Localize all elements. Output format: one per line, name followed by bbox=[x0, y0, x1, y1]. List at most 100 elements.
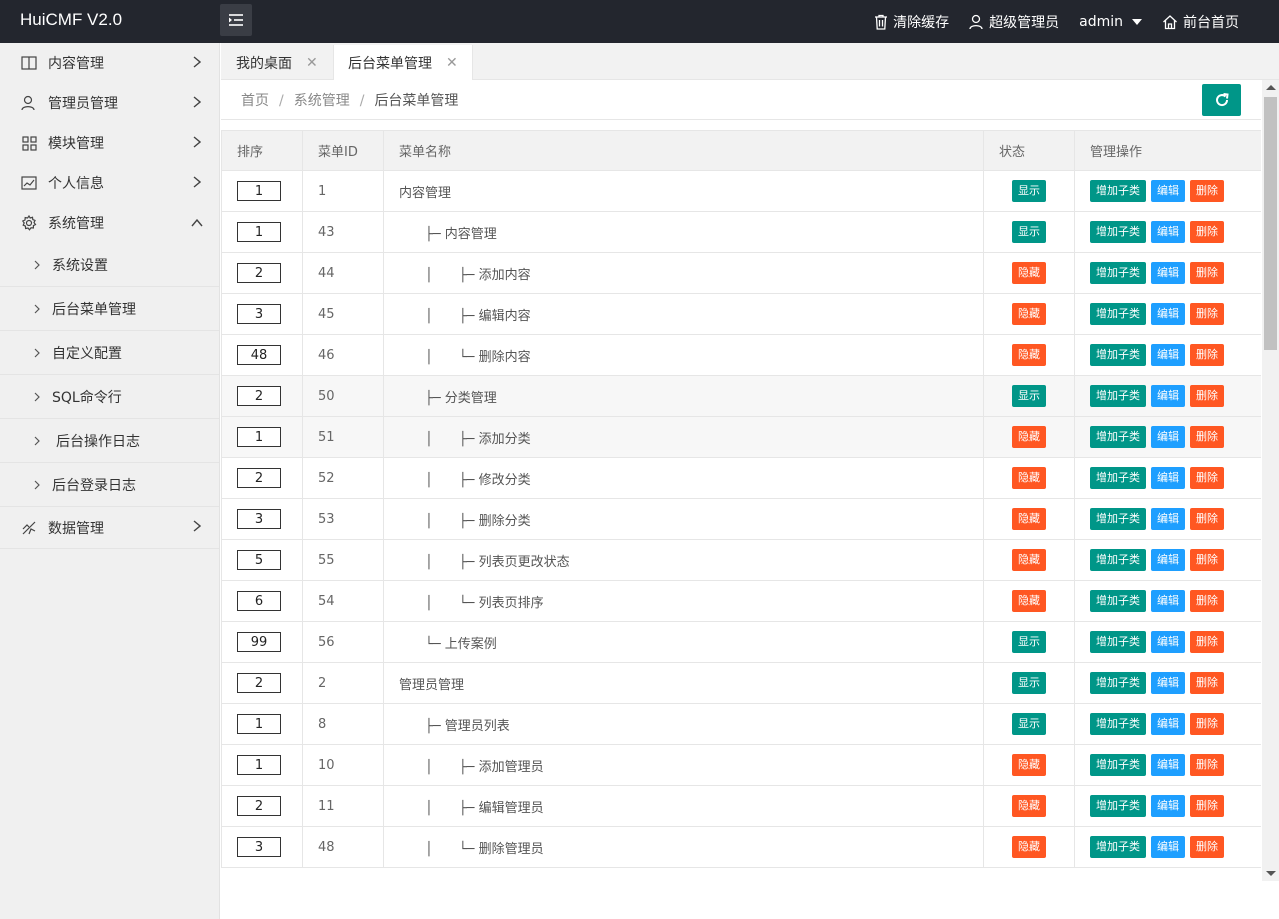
edit-button[interactable]: 编辑 bbox=[1151, 590, 1185, 612]
sort-input[interactable] bbox=[237, 181, 281, 201]
delete-button[interactable]: 删除 bbox=[1190, 467, 1224, 489]
edit-button[interactable]: 编辑 bbox=[1151, 508, 1185, 530]
sort-input[interactable] bbox=[237, 632, 281, 652]
sidebar-subitem-settings[interactable]: 系统设置 bbox=[0, 243, 219, 287]
sidebar-item-data[interactable]: 数据管理 bbox=[0, 507, 219, 549]
sidebar-subitem-operation-log[interactable]: 后台操作日志 bbox=[0, 419, 219, 463]
add-child-button[interactable]: 增加子类 bbox=[1090, 385, 1146, 407]
sort-input[interactable] bbox=[237, 591, 281, 611]
edit-button[interactable]: 编辑 bbox=[1151, 467, 1185, 489]
edit-button[interactable]: 编辑 bbox=[1151, 221, 1185, 243]
tab-menu-manage[interactable]: 后台菜单管理 ✕ bbox=[333, 45, 473, 80]
close-icon[interactable]: ✕ bbox=[306, 55, 318, 71]
sort-input[interactable] bbox=[237, 386, 281, 406]
add-child-button[interactable]: 增加子类 bbox=[1090, 590, 1146, 612]
sidebar-item-admins[interactable]: 管理员管理 bbox=[0, 83, 219, 123]
delete-button[interactable]: 删除 bbox=[1190, 713, 1224, 735]
sidebar-subitem-sql[interactable]: SQL命令行 bbox=[0, 375, 219, 419]
status-toggle-button[interactable]: 显示 bbox=[1012, 713, 1046, 735]
delete-button[interactable]: 删除 bbox=[1190, 590, 1224, 612]
status-toggle-button[interactable]: 隐藏 bbox=[1012, 836, 1046, 858]
sidebar-item-modules[interactable]: 模块管理 bbox=[0, 123, 219, 163]
sort-input[interactable] bbox=[237, 673, 281, 693]
add-child-button[interactable]: 增加子类 bbox=[1090, 672, 1146, 694]
scroll-up-arrow[interactable] bbox=[1266, 85, 1276, 90]
sort-input[interactable] bbox=[237, 837, 281, 857]
delete-button[interactable]: 删除 bbox=[1190, 344, 1224, 366]
add-child-button[interactable]: 增加子类 bbox=[1090, 631, 1146, 653]
status-toggle-button[interactable]: 隐藏 bbox=[1012, 303, 1046, 325]
delete-button[interactable]: 删除 bbox=[1190, 549, 1224, 571]
add-child-button[interactable]: 增加子类 bbox=[1090, 426, 1146, 448]
scroll-down-arrow[interactable] bbox=[1266, 871, 1276, 876]
add-child-button[interactable]: 增加子类 bbox=[1090, 221, 1146, 243]
delete-button[interactable]: 删除 bbox=[1190, 385, 1224, 407]
edit-button[interactable]: 编辑 bbox=[1151, 385, 1185, 407]
refresh-button[interactable] bbox=[1202, 84, 1241, 116]
add-child-button[interactable]: 增加子类 bbox=[1090, 344, 1146, 366]
status-toggle-button[interactable]: 显示 bbox=[1012, 672, 1046, 694]
edit-button[interactable]: 编辑 bbox=[1151, 180, 1185, 202]
edit-button[interactable]: 编辑 bbox=[1151, 426, 1185, 448]
edit-button[interactable]: 编辑 bbox=[1151, 549, 1185, 571]
frontend-home-link[interactable]: 前台首页 bbox=[1162, 12, 1239, 32]
edit-button[interactable]: 编辑 bbox=[1151, 754, 1185, 776]
sidebar-item-profile[interactable]: 个人信息 bbox=[0, 163, 219, 203]
sort-input[interactable] bbox=[237, 550, 281, 570]
add-child-button[interactable]: 增加子类 bbox=[1090, 754, 1146, 776]
delete-button[interactable]: 删除 bbox=[1190, 631, 1224, 653]
add-child-button[interactable]: 增加子类 bbox=[1090, 713, 1146, 735]
sort-input[interactable] bbox=[237, 755, 281, 775]
status-toggle-button[interactable]: 隐藏 bbox=[1012, 549, 1046, 571]
sidebar-subitem-menu-manage[interactable]: 后台菜单管理 bbox=[0, 287, 219, 331]
add-child-button[interactable]: 增加子类 bbox=[1090, 795, 1146, 817]
scrollbar[interactable] bbox=[1262, 80, 1279, 881]
add-child-button[interactable]: 增加子类 bbox=[1090, 262, 1146, 284]
sort-input[interactable] bbox=[237, 468, 281, 488]
user-dropdown[interactable]: admin bbox=[1079, 14, 1142, 30]
sort-input[interactable] bbox=[237, 427, 281, 447]
status-toggle-button[interactable]: 隐藏 bbox=[1012, 467, 1046, 489]
sort-input[interactable] bbox=[237, 263, 281, 283]
role-menu[interactable]: 超级管理员 bbox=[969, 12, 1059, 32]
status-toggle-button[interactable]: 隐藏 bbox=[1012, 426, 1046, 448]
clear-cache-button[interactable]: 清除缓存 bbox=[874, 12, 949, 32]
delete-button[interactable]: 删除 bbox=[1190, 672, 1224, 694]
edit-button[interactable]: 编辑 bbox=[1151, 631, 1185, 653]
breadcrumb-system[interactable]: 系统管理 bbox=[294, 93, 350, 109]
close-icon[interactable]: ✕ bbox=[446, 55, 458, 71]
add-child-button[interactable]: 增加子类 bbox=[1090, 303, 1146, 325]
edit-button[interactable]: 编辑 bbox=[1151, 672, 1185, 694]
sidebar-item-content[interactable]: 内容管理 bbox=[0, 43, 219, 83]
delete-button[interactable]: 删除 bbox=[1190, 795, 1224, 817]
delete-button[interactable]: 删除 bbox=[1190, 508, 1224, 530]
status-toggle-button[interactable]: 显示 bbox=[1012, 385, 1046, 407]
delete-button[interactable]: 删除 bbox=[1190, 180, 1224, 202]
status-toggle-button[interactable]: 显示 bbox=[1012, 180, 1046, 202]
add-child-button[interactable]: 增加子类 bbox=[1090, 508, 1146, 530]
status-toggle-button[interactable]: 隐藏 bbox=[1012, 262, 1046, 284]
delete-button[interactable]: 删除 bbox=[1190, 754, 1224, 776]
delete-button[interactable]: 删除 bbox=[1190, 262, 1224, 284]
edit-button[interactable]: 编辑 bbox=[1151, 303, 1185, 325]
scrollbar-thumb[interactable] bbox=[1264, 97, 1277, 350]
add-child-button[interactable]: 增加子类 bbox=[1090, 467, 1146, 489]
add-child-button[interactable]: 增加子类 bbox=[1090, 180, 1146, 202]
add-child-button[interactable]: 增加子类 bbox=[1090, 549, 1146, 571]
status-toggle-button[interactable]: 隐藏 bbox=[1012, 590, 1046, 612]
edit-button[interactable]: 编辑 bbox=[1151, 795, 1185, 817]
sort-input[interactable] bbox=[237, 509, 281, 529]
sort-input[interactable] bbox=[237, 222, 281, 242]
sidebar-subitem-login-log[interactable]: 后台登录日志 bbox=[0, 463, 219, 507]
sidebar-subitem-custom-config[interactable]: 自定义配置 bbox=[0, 331, 219, 375]
status-toggle-button[interactable]: 显示 bbox=[1012, 631, 1046, 653]
sidebar-item-system[interactable]: 系统管理 bbox=[0, 203, 219, 243]
sort-input[interactable] bbox=[237, 796, 281, 816]
edit-button[interactable]: 编辑 bbox=[1151, 262, 1185, 284]
add-child-button[interactable]: 增加子类 bbox=[1090, 836, 1146, 858]
edit-button[interactable]: 编辑 bbox=[1151, 713, 1185, 735]
delete-button[interactable]: 删除 bbox=[1190, 303, 1224, 325]
status-toggle-button[interactable]: 隐藏 bbox=[1012, 754, 1046, 776]
delete-button[interactable]: 删除 bbox=[1190, 221, 1224, 243]
delete-button[interactable]: 删除 bbox=[1190, 836, 1224, 858]
